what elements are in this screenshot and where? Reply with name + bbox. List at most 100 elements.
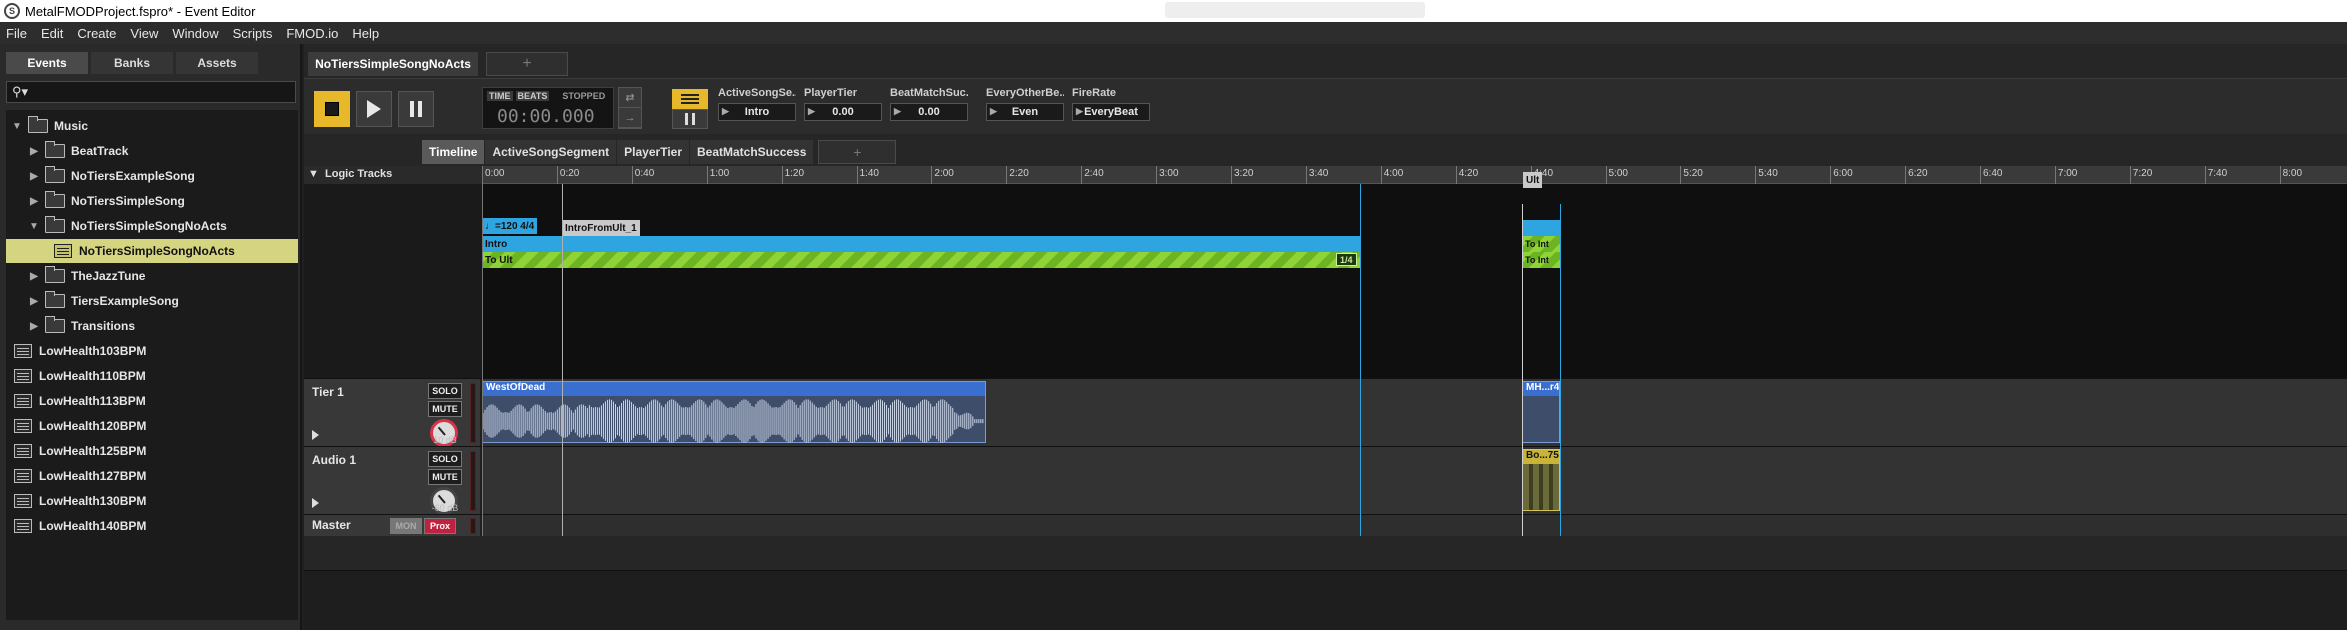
to-intro-region-2[interactable]: To Int <box>1522 252 1560 268</box>
tab-assets[interactable]: Assets <box>176 52 258 74</box>
multi-instrument-clip[interactable]: Bo...754 <box>1522 449 1560 511</box>
follow-icon[interactable]: → <box>619 108 641 128</box>
track-lane[interactable] <box>482 515 2347 536</box>
title-search-box[interactable] <box>1165 2 1425 18</box>
mute-button[interactable]: MUTE <box>428 469 462 485</box>
browser-search-input[interactable]: ⚲▾ <box>6 81 296 103</box>
timeline-ruler[interactable]: 0:00 0:20 0:40 1:00 1:20 1:40 2:00 2:20 2:40 3:00… <box>481 166 2347 184</box>
param-player-tier[interactable]: PlayerTier 0.00 <box>804 87 882 131</box>
tree-event-item[interactable]: LowHealth113BPM <box>6 389 298 413</box>
stop-button[interactable] <box>314 91 350 127</box>
add-event-tab-button[interactable]: + <box>486 52 568 76</box>
tree-event-item[interactable]: LowHealth127BPM <box>6 464 298 488</box>
beats-mode-button[interactable]: BEATS <box>515 91 550 101</box>
menu-edit[interactable]: Edit <box>41 26 63 41</box>
chevron-right-icon[interactable]: ▶ <box>29 171 39 182</box>
playhead[interactable] <box>482 184 483 536</box>
monitor-button[interactable]: MON <box>390 518 422 534</box>
mute-button[interactable]: MUTE <box>428 401 462 417</box>
tree-folder-item[interactable]: ▶ TiersExampleSong <box>6 289 298 313</box>
param-value[interactable]: 0.00 <box>804 103 882 121</box>
param-value[interactable]: EveryBeat <box>1072 103 1150 121</box>
tab-timeline[interactable]: Timeline <box>422 140 485 164</box>
play-button[interactable] <box>356 91 392 127</box>
tab-events[interactable]: Events <box>6 52 88 74</box>
to-intro-region-1[interactable]: To Int <box>1522 236 1560 252</box>
track-lane[interactable]: Bo...754 <box>482 447 2347 514</box>
chevron-right-icon[interactable]: ▶ <box>29 321 39 332</box>
expand-track-icon[interactable] <box>312 498 319 508</box>
tab-banks[interactable]: Banks <box>91 52 173 74</box>
track-name[interactable]: Tier 1 <box>312 385 344 399</box>
tree-folder-item[interactable]: ▶ NoTiersExampleSong <box>6 164 298 188</box>
folder-icon <box>45 266 65 283</box>
add-parameter-sheet-button[interactable]: + <box>818 140 897 164</box>
chevron-right-icon[interactable]: ▶ <box>29 271 39 282</box>
tab-player-tier[interactable]: PlayerTier <box>617 140 689 164</box>
tempo-marker[interactable]: ♩=120 4/4 <box>482 218 538 234</box>
solo-button[interactable]: SOLO <box>428 383 462 399</box>
logic-tracks-area[interactable]: ♩=120 4/4 IntroFromUlt_1 Ult Intro To Ul… <box>482 172 2347 378</box>
menu-view[interactable]: View <box>130 26 158 41</box>
tab-beat-match-success[interactable]: BeatMatchSuccess <box>690 140 814 164</box>
menu-window[interactable]: Window <box>172 26 218 41</box>
tree-event-item[interactable]: LowHealth125BPM <box>6 439 298 463</box>
tree-event-item[interactable]: LowHealth103BPM <box>6 339 298 363</box>
chevron-right-icon[interactable]: ▶ <box>29 146 39 157</box>
tab-active-song-segment[interactable]: ActiveSongSegment <box>485 140 617 164</box>
tree-event-item[interactable]: NoTiersSimpleSongNoActs <box>6 239 298 263</box>
proximity-button[interactable]: Prox <box>424 518 456 534</box>
track-name[interactable]: Audio 1 <box>312 453 356 467</box>
to-ult-transition-region[interactable]: To Ult <box>482 252 1360 268</box>
tree-folder-item[interactable]: ▶ NoTiersSimpleSong <box>6 189 298 213</box>
chevron-down-icon[interactable]: ▼ <box>12 121 22 132</box>
param-fire-rate[interactable]: FireRate EveryBeat <box>1072 87 1150 131</box>
menu-file[interactable]: File <box>6 26 27 41</box>
tree-event-item[interactable]: LowHealth140BPM <box>6 514 298 538</box>
expand-track-icon[interactable] <box>312 430 319 440</box>
pause-button[interactable] <box>398 91 434 127</box>
ult-blue-region[interactable] <box>1522 220 1560 236</box>
tree-folder-item[interactable]: ▼ Music <box>6 114 298 138</box>
tree-item-label: Transitions <box>71 319 136 333</box>
menu-create[interactable]: Create <box>77 26 116 41</box>
param-every-other-beat[interactable]: EveryOtherBe... Even <box>986 87 1064 131</box>
ult-destination-marker[interactable]: Ult <box>1523 172 1543 188</box>
logic-tracks-toggle[interactable]: ▼ Logic Tracks <box>308 168 392 180</box>
loop-icon[interactable]: ⇄ <box>619 88 641 108</box>
solo-button[interactable]: SOLO <box>428 451 462 467</box>
tree-event-item[interactable]: LowHealth110BPM <box>6 364 298 388</box>
menu-fmodio[interactable]: FMOD.io <box>286 26 338 41</box>
param-beat-match-success[interactable]: BeatMatchSuc... 0.00 <box>890 87 968 131</box>
param-value[interactable]: 0.00 <box>890 103 968 121</box>
tree-folder-item[interactable]: ▶ TheJazzTune <box>6 264 298 288</box>
transition-marker[interactable]: IntroFromUlt_1 <box>562 220 640 236</box>
volume-value: -60 dB <box>431 503 459 513</box>
param-active-song-segment[interactable]: ActiveSongSe... Intro <box>718 87 796 131</box>
chevron-down-icon[interactable]: ▼ <box>29 221 39 232</box>
param-value[interactable]: Intro <box>718 103 796 121</box>
ruler-tick-label: 7:40 <box>2204 166 2228 184</box>
audio-clip-westofdead[interactable]: WestOfDead <box>482 381 986 443</box>
volume-value: 10 dB <box>433 435 457 445</box>
parameter-panel-toggle[interactable] <box>672 89 708 129</box>
tree-folder-item[interactable]: ▶ BeatTrack <box>6 139 298 163</box>
tree-event-item[interactable]: LowHealth130BPM <box>6 489 298 513</box>
track-name[interactable]: Master <box>312 518 351 532</box>
menu-scripts[interactable]: Scripts <box>233 26 273 41</box>
audio-clip-ult[interactable]: MH...r4 <box>1522 381 1560 443</box>
intro-loop-region[interactable]: Intro <box>482 236 1360 252</box>
chevron-right-icon[interactable]: ▶ <box>29 196 39 207</box>
tab-event[interactable]: NoTiersSimpleSongNoActs <box>308 52 478 76</box>
chevron-right-icon[interactable]: ▶ <box>29 296 39 307</box>
time-mode-button[interactable]: TIME <box>487 91 513 101</box>
tree-event-item[interactable]: LowHealth120BPM <box>6 414 298 438</box>
tree-folder-item[interactable]: ▶ Transitions <box>6 314 298 338</box>
track-lane[interactable]: WestOfDead MH...r4 <box>482 379 2347 446</box>
param-value[interactable]: Even <box>986 103 1064 121</box>
tree-item-label: NoTiersExampleSong <box>71 169 195 183</box>
menu-help[interactable]: Help <box>352 26 379 41</box>
tree-folder-item[interactable]: ▼ NoTiersSimpleSongNoActs <box>6 214 298 238</box>
ruler-tick-label: 5:20 <box>1680 166 1703 184</box>
event-icon <box>14 394 32 408</box>
